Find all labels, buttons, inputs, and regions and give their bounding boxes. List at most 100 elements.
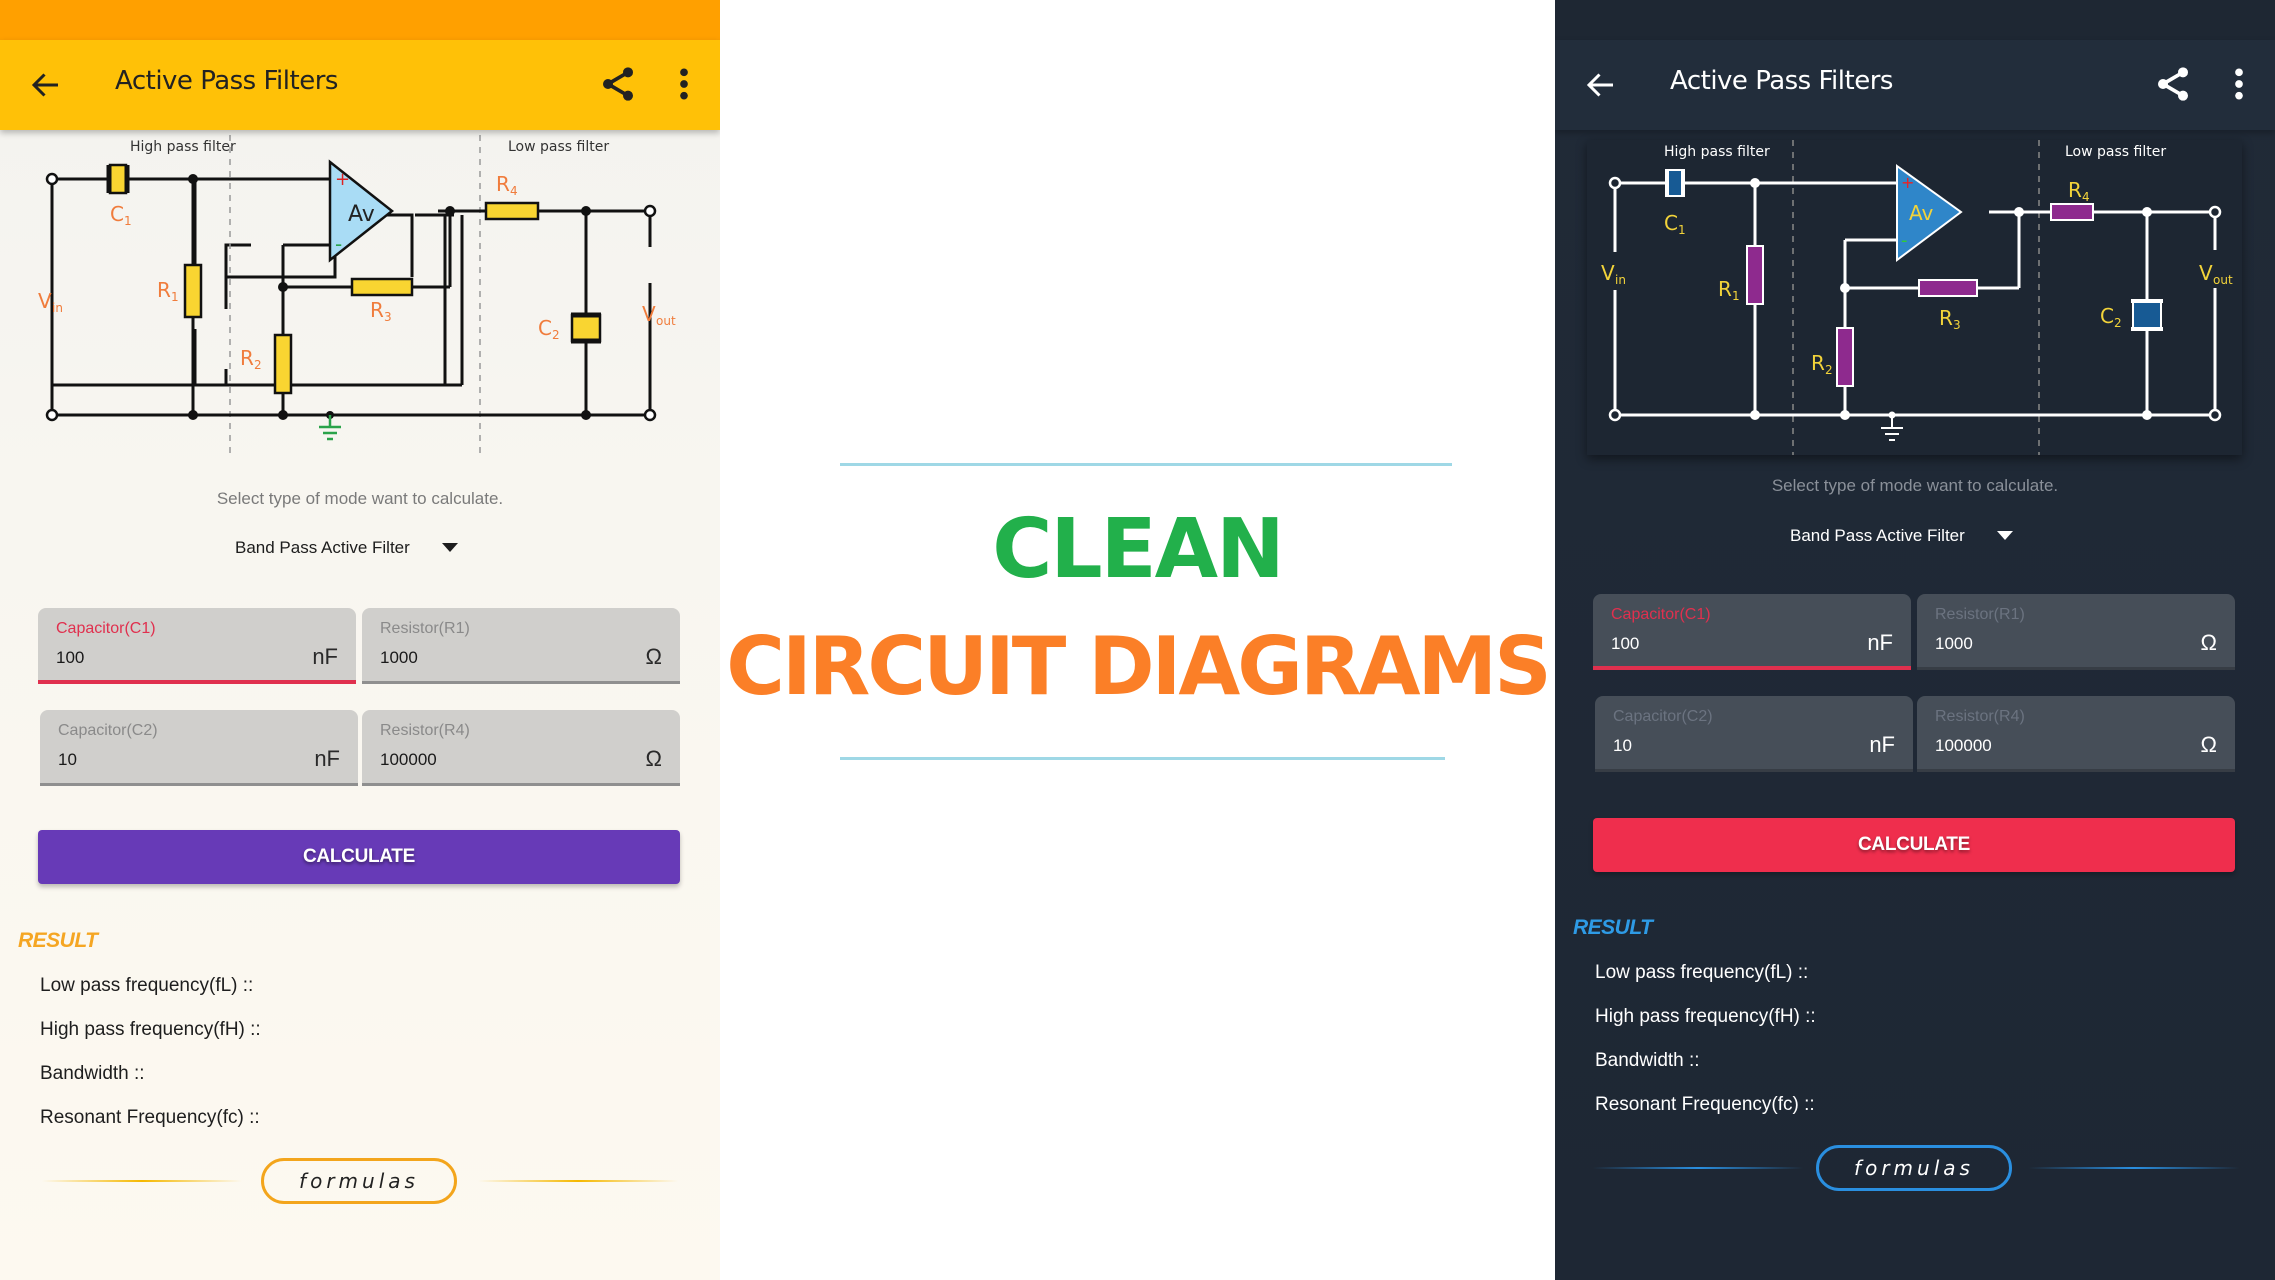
mode-dropdown[interactable]: Band Pass Active Filter [1790,519,2040,553]
promo-top-rule [840,463,1452,466]
circuit-diagram: High pass filter Low pass filter Av + - … [38,135,676,453]
result-resonant-frequency: Resonant Frequency(fc) :: [1595,1094,1815,1115]
low-pass-label: Low pass filter [508,139,609,155]
svg-text:2: 2 [1825,363,1833,377]
svg-text:2: 2 [2114,316,2122,330]
light-theme-screen: Active Pass Filters High pass filter Low… [0,0,720,1280]
share-icon[interactable] [2153,64,2193,104]
resistor-r4-input[interactable] [1935,736,2165,756]
dark-theme-screen: Active Pass Filters High pass filter Low… [1555,0,2275,1280]
high-pass-label: High pass filter [1664,144,1770,160]
ground-icon [1881,415,1903,441]
mode-dropdown-value: Band Pass Active Filter [235,538,410,557]
mode-dropdown[interactable]: Band Pass Active Filter [235,531,485,565]
svg-text:C: C [110,202,124,226]
mode-hint-text: Select type of mode want to calculate. [216,489,504,508]
field-label: Resistor(R4) [1935,708,2025,725]
svg-text:+: + [1901,173,1914,192]
resistor-r3 [1918,279,1978,297]
svg-text:-: - [1901,230,1908,251]
resistor-r1-input[interactable] [1935,634,2165,654]
capacitor-c2-field[interactable]: Capacitor(C2) nF [1595,696,1913,772]
svg-text:R: R [370,298,384,322]
dropdown-caret-icon [1997,531,2013,540]
app-toolbar: Active Pass Filters [0,40,720,130]
svg-text:R: R [157,278,171,302]
resistor-r4-input[interactable] [380,750,610,770]
capacitor-c1-field[interactable]: Capacitor(C1) nF [38,608,356,684]
result-high-pass-frequency: High pass frequency(fH) :: [1595,1006,1816,1027]
resistor-r1-field[interactable]: Resistor(R1) Ω [1917,594,2235,670]
field-unit: Ω [645,644,662,669]
svg-text:2: 2 [552,328,560,342]
capacitor-c1-input[interactable] [56,648,286,668]
calculate-button[interactable]: CALCULATE [1593,818,2235,872]
svg-text:V: V [1601,261,1615,285]
formulas-button[interactable]: formulas [1816,1145,2012,1191]
capacitor-c1 [108,163,128,195]
more-options-icon[interactable] [2227,64,2251,104]
capacitor-c1-input[interactable] [1611,634,1841,654]
svg-text:C: C [2100,304,2114,328]
result-low-pass-frequency: Low pass frequency(fL) :: [1595,962,1809,983]
page-title: Active Pass Filters [115,66,338,96]
svg-text:V: V [642,302,656,326]
result-resonant-frequency: Resonant Frequency(fc) :: [40,1107,260,1128]
resistor-r4 [2050,203,2094,221]
field-label: Resistor(R1) [380,620,470,637]
svg-text:C: C [538,316,552,340]
field-label: Capacitor(C1) [56,620,156,637]
svg-text:R: R [1718,277,1732,301]
svg-text:3: 3 [384,310,392,324]
back-arrow-icon[interactable] [28,67,64,103]
high-pass-label: High pass filter [130,139,236,155]
resistor-r1-field[interactable]: Resistor(R1) Ω [362,608,680,684]
svg-text:1: 1 [124,214,132,228]
divider-right [2029,1167,2239,1169]
field-label: Capacitor(C2) [1613,708,1713,725]
divider-left [42,1180,242,1182]
svg-text:Av: Av [348,202,375,227]
resistor-r4-field[interactable]: Resistor(R4) Ω [362,710,680,786]
field-unit: Ω [2200,732,2217,757]
mode-hint-text: Select type of mode want to calculate. [1771,476,2059,495]
dropdown-caret-icon [442,543,458,552]
resistor-r4-field[interactable]: Resistor(R4) Ω [1917,696,2235,772]
back-arrow-icon[interactable] [1583,67,1619,103]
svg-text:4: 4 [510,184,518,198]
capacitor-c2-input[interactable] [1613,736,1843,756]
svg-text:-: - [335,232,342,256]
field-label: Resistor(R4) [380,722,470,739]
svg-text:V: V [2199,261,2213,285]
svg-text:+: + [335,169,350,190]
more-options-icon[interactable] [672,64,696,104]
field-label: Resistor(R1) [1935,606,2025,623]
promo-bottom-rule [840,757,1445,760]
svg-text:R: R [2068,178,2082,202]
svg-text:C: C [1664,211,1678,235]
svg-text:V: V [38,289,52,313]
svg-text:out: out [656,314,676,328]
svg-text:1: 1 [1678,223,1686,237]
resistor-r1-input[interactable] [380,648,610,668]
status-bar [0,0,720,40]
resistor-r2 [1836,327,1854,387]
promo-headline-clean: CLEAN [992,502,1285,597]
field-label: Capacitor(C1) [1611,606,1711,623]
result-low-pass-frequency: Low pass frequency(fL) :: [40,975,254,996]
capacitor-c1-field[interactable]: Capacitor(C1) nF [1593,594,1911,670]
share-icon[interactable] [598,64,638,104]
field-label: Capacitor(C2) [58,722,158,739]
svg-text:3: 3 [1953,318,1961,332]
calculate-button[interactable]: CALCULATE [38,830,680,884]
formulas-button[interactable]: formulas [261,1158,457,1204]
result-heading: RESULT [1573,916,1653,939]
resistor-r3 [350,277,414,297]
capacitor-c2 [570,313,602,343]
result-high-pass-frequency: High pass frequency(fH) :: [40,1019,261,1040]
capacitor-c2-field[interactable]: Capacitor(C2) nF [40,710,358,786]
page-title: Active Pass Filters [1670,66,1893,96]
ground-icon [319,415,341,441]
resistor-r4 [484,201,540,221]
capacitor-c2-input[interactable] [58,750,288,770]
